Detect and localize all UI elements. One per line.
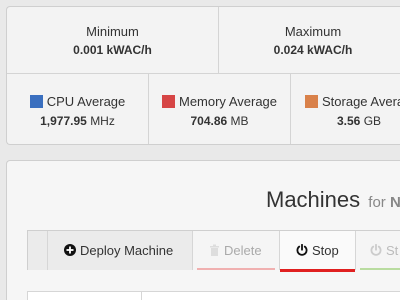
storage-average-label: Storage Average xyxy=(305,94,400,109)
memory-average-value: 704.86 MB xyxy=(190,114,249,128)
power-icon xyxy=(370,232,382,271)
machines-panel: Machines for N Deploy Machine Delete Sto… xyxy=(6,160,400,300)
kwac-stats-row: Minimum 0.001 kWAC/h Maximum 0.024 kWAC/… xyxy=(7,7,400,74)
deploy-machine-button[interactable]: Deploy Machine xyxy=(48,231,193,270)
table-column-divider xyxy=(141,292,142,300)
storage-average-value: 3.56 GB xyxy=(337,114,382,128)
start-accent-line xyxy=(360,268,400,270)
machines-subtitle: for N xyxy=(368,194,400,211)
minimum-stat: Minimum 0.001 kWAC/h xyxy=(7,7,219,73)
storage-average-stat: Storage Average 3.56 GB xyxy=(291,74,400,144)
maximum-stat: Maximum 0.024 kWAC/h xyxy=(219,7,400,73)
cpu-average-label: CPU Average xyxy=(7,94,148,109)
minimum-value: 0.001 kWAC/h xyxy=(73,43,152,57)
start-button[interactable]: St xyxy=(356,231,400,270)
machines-title: Machines for N xyxy=(266,187,400,212)
stop-accent-line xyxy=(280,269,355,272)
maximum-label: Maximum xyxy=(284,24,342,39)
delete-button[interactable]: Delete xyxy=(193,231,280,270)
deploy-machine-label: Deploy Machine xyxy=(80,243,174,258)
storage-legend-swatch xyxy=(305,95,318,108)
machines-toolbar: Deploy Machine Delete Stop St xyxy=(27,230,400,272)
machines-table-header xyxy=(27,291,400,300)
memory-average-stat: Memory Average 704.86 MB xyxy=(149,74,291,144)
usage-stats-panel: Minimum 0.001 kWAC/h Maximum 0.024 kWAC/… xyxy=(6,6,400,145)
stop-label: Stop xyxy=(312,243,339,258)
plus-circle-icon xyxy=(64,232,76,271)
start-label: St xyxy=(386,243,399,258)
maximum-value: 0.024 kWAC/h xyxy=(273,43,353,57)
minimum-label: Minimum xyxy=(86,24,139,39)
cpu-legend-swatch xyxy=(29,95,43,108)
delete-label: Delete xyxy=(224,243,262,258)
memory-average-label: Memory Average xyxy=(149,94,290,109)
cpu-average-stat: CPU Average 1,977.95 MHz xyxy=(7,74,149,144)
memory-legend-swatch xyxy=(161,95,175,108)
delete-accent-line xyxy=(197,268,275,270)
power-icon xyxy=(296,232,308,271)
stop-button[interactable]: Stop xyxy=(280,231,356,272)
toolbar-select-handle[interactable] xyxy=(28,231,48,270)
resource-averages-row: CPU Average 1,977.95 MHz Memory Average … xyxy=(7,74,400,144)
cpu-average-value: 1,977.95 MHz xyxy=(40,114,115,128)
trash-icon xyxy=(209,232,220,271)
